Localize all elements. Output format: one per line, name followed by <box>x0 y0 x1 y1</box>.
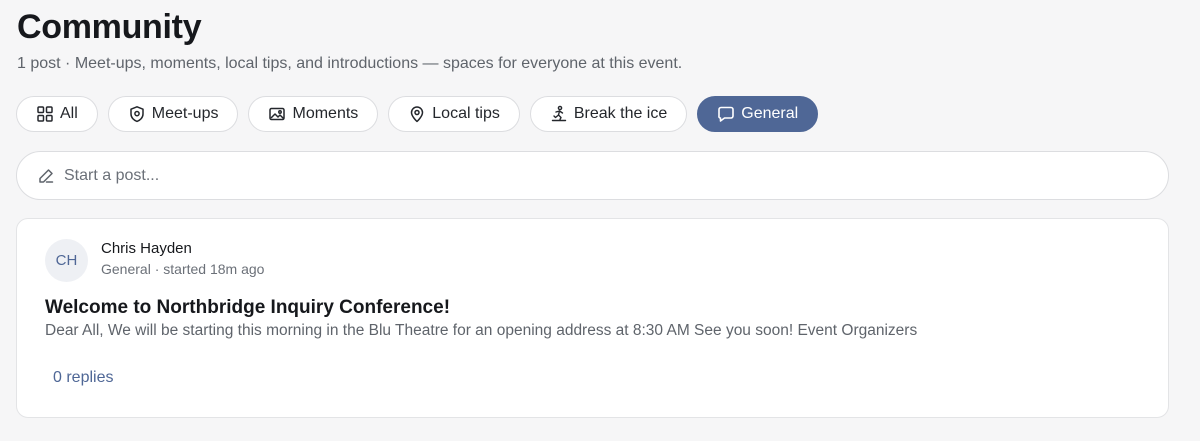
author-name[interactable]: Chris Hayden <box>101 240 192 257</box>
post-body: Dear All, We will be starting this morni… <box>45 322 918 339</box>
filter-chip-label: Break the ice <box>573 105 668 122</box>
filter-chip-label: General <box>741 105 799 122</box>
page-description: Meet-ups, moments, local tips, and intro… <box>74 55 683 72</box>
filter-chip-meet-ups[interactable]: Meet-ups <box>107 96 239 132</box>
pencil-icon <box>37 167 55 185</box>
filter-chip-local-tips[interactable]: Local tips <box>388 96 520 132</box>
filter-chip-break-the-ice[interactable]: Break the ice <box>529 96 688 132</box>
post-count: 1 post <box>17 55 61 72</box>
meta-separator: · <box>150 261 164 277</box>
image-icon <box>268 105 286 123</box>
location-shield-icon <box>128 105 146 123</box>
filter-chip-label: All <box>60 105 78 122</box>
category-filters: All Meet-ups Moments Local tips Break th… <box>16 96 819 132</box>
filter-chip-label: Meet-ups <box>151 105 219 122</box>
page-subtitle: 1 post · Meet-ups, moments, local tips, … <box>17 55 682 73</box>
filter-chip-label: Local tips <box>432 105 500 122</box>
avatar[interactable]: CH <box>45 239 88 282</box>
subtitle-separator: · <box>60 55 75 72</box>
grid-icon <box>36 105 54 123</box>
post-timestamp: started 18m ago <box>163 261 265 277</box>
filter-chip-label: Moments <box>292 105 359 122</box>
page-title: Community <box>17 8 202 46</box>
post-card[interactable]: CH Chris Hayden General · started 18m ag… <box>16 218 1169 418</box>
replies-link[interactable]: 0 replies <box>53 369 113 387</box>
ice-skater-icon <box>550 105 568 123</box>
post-meta: General · started 18m ago <box>101 261 264 277</box>
composer-placeholder: Start a post... <box>64 166 160 184</box>
post-category: General <box>101 261 151 277</box>
filter-chip-general[interactable]: General <box>697 96 819 132</box>
filter-chip-all[interactable]: All <box>16 96 98 132</box>
map-pin-icon <box>408 105 426 123</box>
post-title[interactable]: Welcome to Northbridge Inquiry Conferenc… <box>45 297 450 319</box>
chat-bubble-icon <box>717 105 735 123</box>
filter-chip-moments[interactable]: Moments <box>248 96 379 132</box>
start-post-input[interactable]: Start a post... <box>16 151 1169 200</box>
